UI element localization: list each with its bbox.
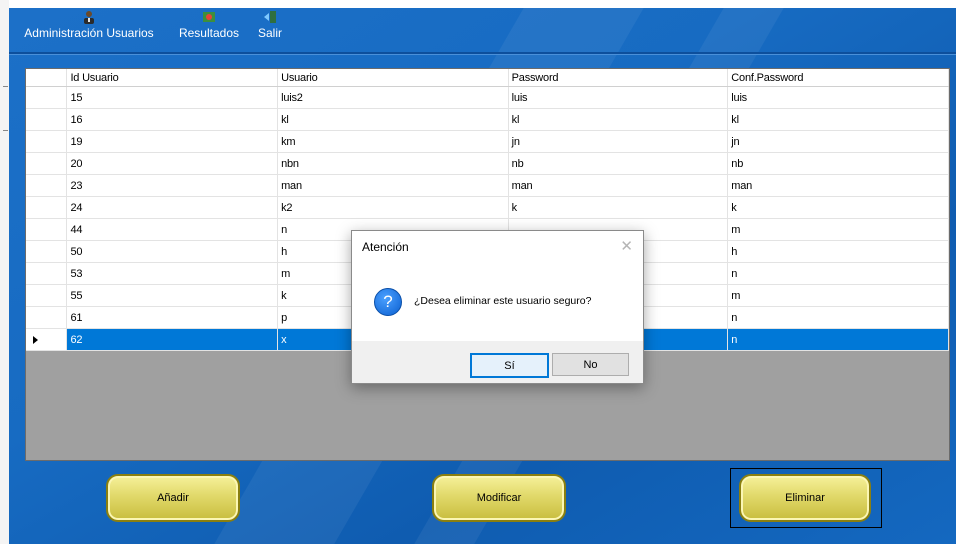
results-icon xyxy=(202,10,216,24)
column-header-conf-password[interactable]: Conf.Password xyxy=(727,69,949,87)
row-header-cell[interactable] xyxy=(26,108,68,131)
row-header-cell[interactable] xyxy=(26,306,68,329)
table-cell[interactable]: kl xyxy=(508,108,729,131)
table-cell[interactable]: km xyxy=(277,130,509,153)
table-cell[interactable]: man xyxy=(508,174,729,197)
table-header-row: Id Usuario Usuario Password Conf.Passwor… xyxy=(26,69,949,87)
yes-button[interactable]: Sí xyxy=(470,353,549,378)
table-cell[interactable]: man xyxy=(277,174,509,197)
table-cell[interactable]: kl xyxy=(727,108,949,131)
user-admin-icon xyxy=(82,10,96,24)
table-cell[interactable]: 62 xyxy=(66,328,279,351)
dialog-title: Atención xyxy=(362,240,409,254)
column-header-id-usuario[interactable]: Id Usuario xyxy=(66,69,279,87)
table-cell[interactable]: 16 xyxy=(66,108,279,131)
menu-item-administracion-usuarios[interactable]: Administración Usuarios xyxy=(15,10,163,40)
table-cell[interactable]: m xyxy=(727,218,949,241)
modify-button[interactable]: Modificar xyxy=(432,474,566,522)
menu-item-label: Salir xyxy=(257,26,282,40)
table-cell[interactable]: 15 xyxy=(66,86,279,109)
table-cell[interactable]: nbn xyxy=(277,152,509,175)
table-cell[interactable]: 19 xyxy=(66,130,279,153)
table-cell[interactable]: k xyxy=(508,196,729,219)
row-header-cell[interactable] xyxy=(26,86,68,109)
table-cell[interactable]: 20 xyxy=(66,152,279,175)
table-cell[interactable]: luis xyxy=(508,86,729,109)
exit-door-icon xyxy=(263,10,277,24)
add-button[interactable]: Añadir xyxy=(106,474,240,522)
table-cell[interactable]: 23 xyxy=(66,174,279,197)
row-header-cell[interactable] xyxy=(26,130,68,153)
row-header-cell[interactable] xyxy=(26,240,68,263)
table-cell[interactable]: n xyxy=(727,262,949,285)
table-cell[interactable]: k xyxy=(727,196,949,219)
row-header-cell[interactable] xyxy=(26,196,68,219)
menu-item-resultados[interactable]: Resultados xyxy=(175,10,243,40)
table-cell[interactable]: nb xyxy=(508,152,729,175)
table-cell[interactable]: nb xyxy=(727,152,949,175)
table-row[interactable]: 23 man man man xyxy=(26,174,949,197)
table-cell[interactable]: jn xyxy=(508,130,729,153)
edge-tick xyxy=(3,86,8,87)
table-cell[interactable]: luis xyxy=(727,86,949,109)
table-cell[interactable]: 24 xyxy=(66,196,279,219)
table-cell[interactable]: n xyxy=(727,328,949,351)
table-cell[interactable]: 50 xyxy=(66,240,279,263)
table-row[interactable]: 20 nbn nb nb xyxy=(26,152,949,175)
dialog-message: ¿Desea eliminar este usuario seguro? xyxy=(414,295,592,307)
question-icon: ? xyxy=(374,288,402,316)
row-header-cell[interactable] xyxy=(26,284,68,307)
table-row[interactable]: 16 kl kl kl xyxy=(26,108,949,131)
column-header-password[interactable]: Password xyxy=(508,69,729,87)
table-cell[interactable]: 53 xyxy=(66,262,279,285)
column-header-usuario[interactable]: Usuario xyxy=(277,69,509,87)
table-cell[interactable]: kl xyxy=(277,108,509,131)
close-icon[interactable]: ✕ xyxy=(620,237,633,255)
confirm-dialog: Atención ✕ ? ¿Desea eliminar este usuari… xyxy=(351,230,644,384)
delete-button[interactable]: Eliminar xyxy=(739,474,871,522)
table-row[interactable]: 19 km jn jn xyxy=(26,130,949,153)
table-cell[interactable]: man xyxy=(727,174,949,197)
table-cell[interactable]: 55 xyxy=(66,284,279,307)
row-header-cell[interactable] xyxy=(26,174,68,197)
table-cell[interactable]: 61 xyxy=(66,306,279,329)
table-cell[interactable]: k2 xyxy=(277,196,509,219)
menu-separator xyxy=(9,52,956,55)
left-edge-strip xyxy=(0,0,9,544)
table-row[interactable]: 24 k2 k k xyxy=(26,196,949,219)
row-header-cell[interactable] xyxy=(26,218,68,241)
table-cell[interactable]: h xyxy=(727,240,949,263)
current-row-arrow-icon xyxy=(33,335,38,344)
edge-tick xyxy=(3,130,8,131)
menu-item-label: Administración Usuarios xyxy=(24,26,154,40)
table-cell[interactable]: m xyxy=(727,284,949,307)
table-cell[interactable]: n xyxy=(727,306,949,329)
row-header-corner xyxy=(26,69,68,87)
menu-item-salir[interactable]: Salir xyxy=(253,10,287,40)
row-header-cell[interactable] xyxy=(26,328,68,351)
menu-item-label: Resultados xyxy=(178,26,240,40)
dialog-button-bar: Sí No xyxy=(352,341,643,383)
menu-bar: Administración Usuarios Resultados Salir xyxy=(9,8,956,48)
row-header-cell[interactable] xyxy=(26,262,68,285)
table-cell[interactable]: luis2 xyxy=(277,86,509,109)
no-button[interactable]: No xyxy=(552,353,629,376)
row-header-cell[interactable] xyxy=(26,152,68,175)
table-cell[interactable]: jn xyxy=(727,130,949,153)
table-row[interactable]: 15 luis2 luis luis xyxy=(26,86,949,109)
table-cell[interactable]: 44 xyxy=(66,218,279,241)
